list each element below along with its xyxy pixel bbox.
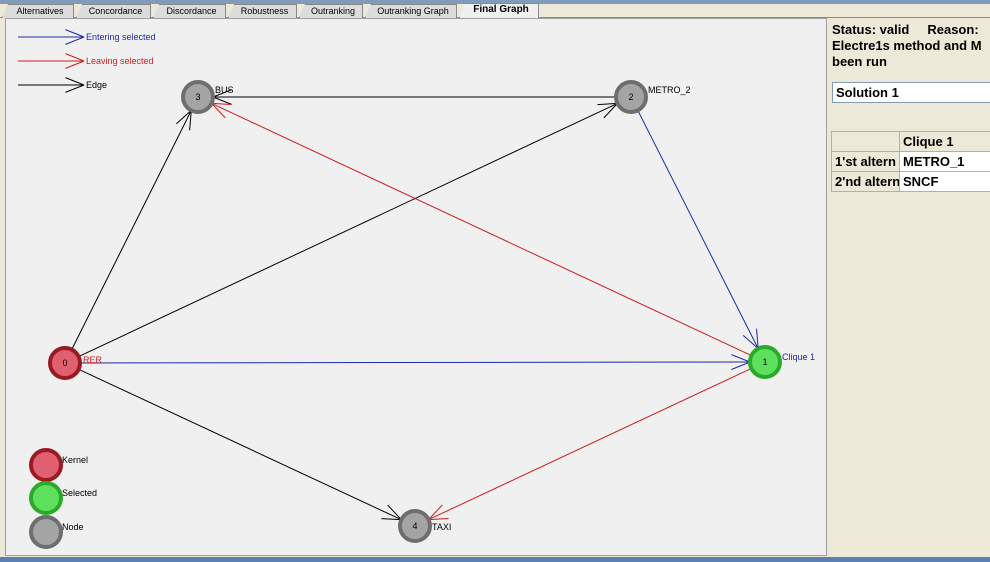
solution-selector[interactable]: Solution 1 <box>832 82 990 103</box>
legend-arrowhead <box>65 53 85 62</box>
table-header-row: Clique 1 <box>831 131 990 152</box>
tab-final-graph[interactable]: Final Graph <box>459 3 539 19</box>
graph-edge-1-4 <box>428 367 752 521</box>
graph-canvas[interactable]: Entering selected Leaving selected Edge … <box>5 18 827 556</box>
graph-node-label: RER <box>83 355 103 365</box>
side-empty-area <box>831 194 990 556</box>
graph-node-label: METRO_2 <box>648 85 691 95</box>
legend-arrowhead <box>65 36 85 45</box>
status-strip <box>0 557 990 562</box>
tab-alternatives[interactable]: Alternatives <box>2 4 74 18</box>
legend-kernel-label: Kernel <box>62 455 88 465</box>
legend-kernel-icon <box>29 448 63 482</box>
graph-edge-0-2 <box>78 102 618 358</box>
graph-node-id: 4 <box>412 521 417 531</box>
clique-table: Clique 1 1'st altern METRO_1 2'nd altern… <box>831 131 990 192</box>
graph-node-label: Clique 1 <box>782 352 815 362</box>
table-corner-cell <box>831 131 900 152</box>
graph-edge-arrowhead <box>387 504 402 521</box>
legend-node-label: Node <box>62 522 84 532</box>
legend-arrowhead <box>65 29 85 38</box>
graph-edge-arrowhead <box>731 361 751 370</box>
graph-edge-arrowhead <box>428 504 443 520</box>
graph-edge-0-4 <box>78 368 402 521</box>
table-cell[interactable]: METRO_1 <box>899 151 990 172</box>
tab-discordance[interactable]: Discordance <box>153 4 226 18</box>
graph-edge-arrowhead <box>742 335 759 349</box>
legend-edge-label: Edge <box>86 80 107 90</box>
graph-node-label: TAXI <box>432 522 451 532</box>
table-row-header: 1'st altern <box>831 151 900 172</box>
graph-svg: Entering selected Leaving selected Edge … <box>18 29 815 549</box>
graph-edge-0-3 <box>71 110 192 350</box>
table-row-header: 2'nd altern <box>831 171 900 192</box>
tab-concordance[interactable]: Concordance <box>76 4 151 18</box>
graph-edge-0-1 <box>79 361 751 364</box>
legend-arrowhead <box>65 84 85 93</box>
graph-node-id: 2 <box>628 92 633 102</box>
tab-robustness[interactable]: Robustness <box>228 4 297 18</box>
graph-edge-arrowhead <box>211 103 226 119</box>
legend-entering-label: Entering selected <box>86 32 156 42</box>
graph-edge-arrowhead <box>731 354 751 363</box>
table-cell[interactable]: SNCF <box>899 171 990 192</box>
graph-edge-2-1 <box>637 110 759 349</box>
graph-node-label: BUS <box>215 85 234 95</box>
solution-panel: Status: valid Reason: Electre1s method a… <box>828 18 990 562</box>
tab-bar: Alternatives Concordance Discordance Rob… <box>0 3 990 19</box>
graph-node-id: 0 <box>62 358 67 368</box>
status-text: Status: valid Reason: Electre1s method a… <box>832 22 982 69</box>
table-row[interactable]: 1'st altern METRO_1 <box>831 151 990 172</box>
graph-node-id: 3 <box>195 92 200 102</box>
legend-arrowhead <box>65 60 85 69</box>
table-row[interactable]: 2'nd altern SNCF <box>831 171 990 192</box>
legend-selected-label: Selected <box>62 488 97 498</box>
app-window: Alternatives Concordance Discordance Rob… <box>0 0 990 562</box>
tab-outranking[interactable]: Outranking <box>299 4 363 18</box>
graph-node-id: 1 <box>762 357 767 367</box>
legend-arrowhead <box>65 77 85 86</box>
legend-node-icon <box>29 515 63 549</box>
table-column-header: Clique 1 <box>899 131 990 152</box>
graph-edge-1-3 <box>211 102 752 357</box>
graph-edge-arrowhead <box>176 110 192 125</box>
tab-outranking-graph[interactable]: Outranking Graph <box>365 4 457 18</box>
graph-edge-arrowhead <box>603 103 618 119</box>
legend-selected-icon <box>29 481 63 515</box>
legend-leaving-label: Leaving selected <box>86 56 154 66</box>
